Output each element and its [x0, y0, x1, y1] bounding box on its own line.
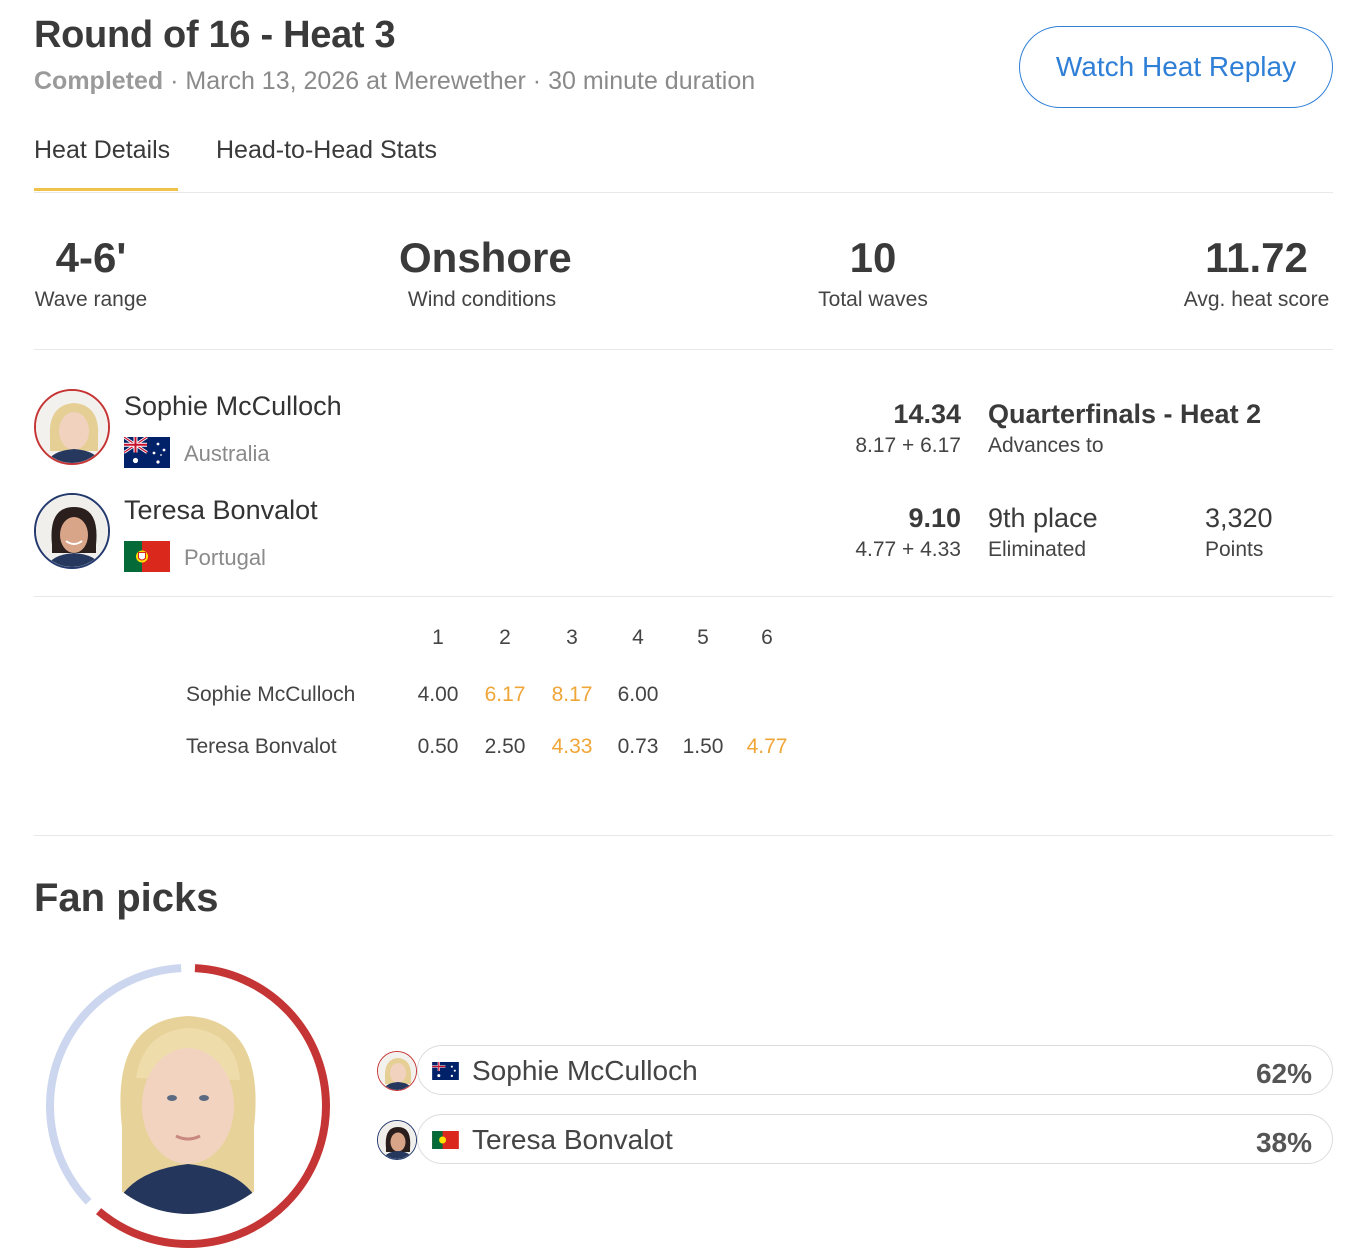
competitor-points: 3,320 Points — [1205, 503, 1273, 562]
wave-score: 4.00 — [417, 683, 459, 706]
result-text: 9th place — [988, 503, 1098, 533]
wave-number-header: 4 — [632, 626, 644, 649]
wave-row-name: Teresa Bonvalot — [186, 735, 337, 758]
competitor-score: 14.34 8.17 + 6.17 — [855, 399, 961, 458]
avatar — [377, 1051, 417, 1091]
fan-pick-row[interactable]: Teresa Bonvalot 38% — [377, 1114, 1333, 1166]
australia-flag-icon — [432, 1062, 459, 1080]
stat-value: Onshore — [399, 234, 572, 281]
stat-wind-conditions: Onshore Wind conditions — [399, 230, 572, 312]
stat-label: Total waves — [818, 288, 928, 311]
stat-value: 4-6' — [55, 234, 127, 281]
tab-head-to-head-stats[interactable]: Head-to-Head Stats — [216, 136, 437, 165]
fan-picks-title: Fan picks — [34, 876, 219, 920]
wave-score: 6.17 — [484, 683, 526, 706]
surfer-portrait-icon — [36, 391, 108, 463]
wave-number-header: 1 — [432, 626, 444, 649]
stat-label: Avg. heat score — [1183, 288, 1330, 311]
wave-score: 6.00 — [617, 683, 659, 706]
result-subtext: Eliminated — [988, 538, 1087, 561]
heat-total-score: 9.10 — [908, 503, 961, 533]
competitor-row[interactable]: Teresa Bonvalot Portugal 9.10 4.77 + 4.3… — [34, 493, 1333, 583]
fan-pick-percent: 38% — [1255, 1127, 1312, 1158]
fan-pick-name: Teresa Bonvalot — [472, 1124, 673, 1155]
competitor-list: Sophie McCulloch Australia 14.34 8.17 + … — [34, 385, 1333, 597]
avatar — [377, 1120, 417, 1160]
wave-number-header: 2 — [499, 626, 511, 649]
fan-pick-option[interactable]: Sophie McCulloch 62% — [417, 1045, 1333, 1095]
watch-replay-button[interactable]: Watch Heat Replay — [1019, 26, 1333, 108]
result-text: Quarterfinals - Heat 2 — [988, 399, 1262, 429]
tab-bar: Heat Details Head-to-Head Stats — [34, 130, 1333, 193]
competitor-name[interactable]: Sophie McCulloch — [124, 391, 342, 422]
fan-picks-donut — [46, 964, 330, 1248]
stat-label: Wave range — [34, 288, 148, 311]
wave-score: 1.50 — [682, 735, 724, 758]
australia-flag-icon — [124, 437, 170, 468]
wave-number-header: 5 — [697, 626, 709, 649]
surfer-portrait-icon — [378, 1052, 416, 1090]
wave-score: 2.50 — [484, 735, 526, 758]
score-breakdown: 8.17 + 6.17 — [855, 434, 961, 457]
wave-number-header: 6 — [761, 626, 773, 649]
heat-total-score: 14.34 — [893, 399, 961, 429]
fan-pick-row[interactable]: Sophie McCulloch 62% — [377, 1045, 1333, 1097]
leader-portrait-icon — [80, 998, 296, 1214]
wave-score: 4.77 — [746, 735, 788, 758]
wave-row-name: Sophie McCulloch — [186, 683, 356, 706]
wave-score: 0.50 — [417, 735, 459, 758]
tab-heat-details[interactable]: Heat Details — [34, 136, 170, 165]
portugal-flag-icon — [432, 1131, 459, 1149]
avatar — [34, 493, 110, 569]
stat-label: Wind conditions — [407, 288, 557, 311]
heat-title: Round of 16 - Heat 3 — [34, 14, 396, 56]
heat-status: Completed — [34, 67, 164, 95]
wave-score: 4.33 — [551, 735, 593, 758]
stat-value: 11.72 — [1205, 234, 1308, 281]
wave-number-header: 3 — [566, 626, 578, 649]
active-tab-indicator — [34, 188, 178, 191]
wave-score: 8.17 — [551, 683, 593, 706]
stat-avg-heat-score: 11.72 Avg. heat score — [1180, 230, 1333, 312]
stat-wave-range: 4-6' Wave range — [34, 230, 148, 312]
competitor-result: Quarterfinals - Heat 2 Advances to — [988, 399, 1261, 458]
competitor-country: Portugal — [184, 545, 266, 570]
score-breakdown: 4.77 + 4.33 — [855, 538, 961, 561]
fan-pick-percent: 62% — [1255, 1058, 1312, 1089]
portugal-flag-icon — [124, 541, 170, 572]
heat-header: Round of 16 - Heat 3 Completed · March 1… — [34, 14, 755, 96]
surfer-portrait-icon — [36, 495, 108, 567]
points-value: 3,320 — [1205, 503, 1273, 533]
result-subtext: Advances to — [988, 434, 1104, 457]
avatar — [34, 389, 110, 465]
stat-value: 10 — [849, 234, 897, 281]
heat-subtitle: Completed · March 13, 2026 at Merewether… — [34, 67, 755, 96]
wave-score: 0.73 — [617, 735, 659, 758]
points-label: Points — [1205, 538, 1264, 561]
stat-total-waves: 10 Total waves — [814, 230, 932, 312]
competitor-name[interactable]: Teresa Bonvalot — [124, 495, 318, 526]
fan-pick-name: Sophie McCulloch — [472, 1055, 698, 1086]
heat-stats: 4-6' Wave range Onshore Wind conditions … — [34, 230, 1333, 350]
heat-details: · March 13, 2026 at Merewether · 30 minu… — [163, 67, 756, 95]
fan-pick-option[interactable]: Teresa Bonvalot 38% — [417, 1114, 1333, 1164]
wave-score-table: 1 2 3 4 5 6 Sophie McCulloch 4.00 6.17 8… — [34, 598, 1333, 836]
competitor-result: 9th place Eliminated — [988, 503, 1098, 562]
competitor-row[interactable]: Sophie McCulloch Australia 14.34 8.17 + … — [34, 389, 1333, 479]
surfer-portrait-icon — [378, 1121, 416, 1159]
competitor-country: Australia — [184, 441, 270, 466]
competitor-score: 9.10 4.77 + 4.33 — [855, 503, 961, 562]
